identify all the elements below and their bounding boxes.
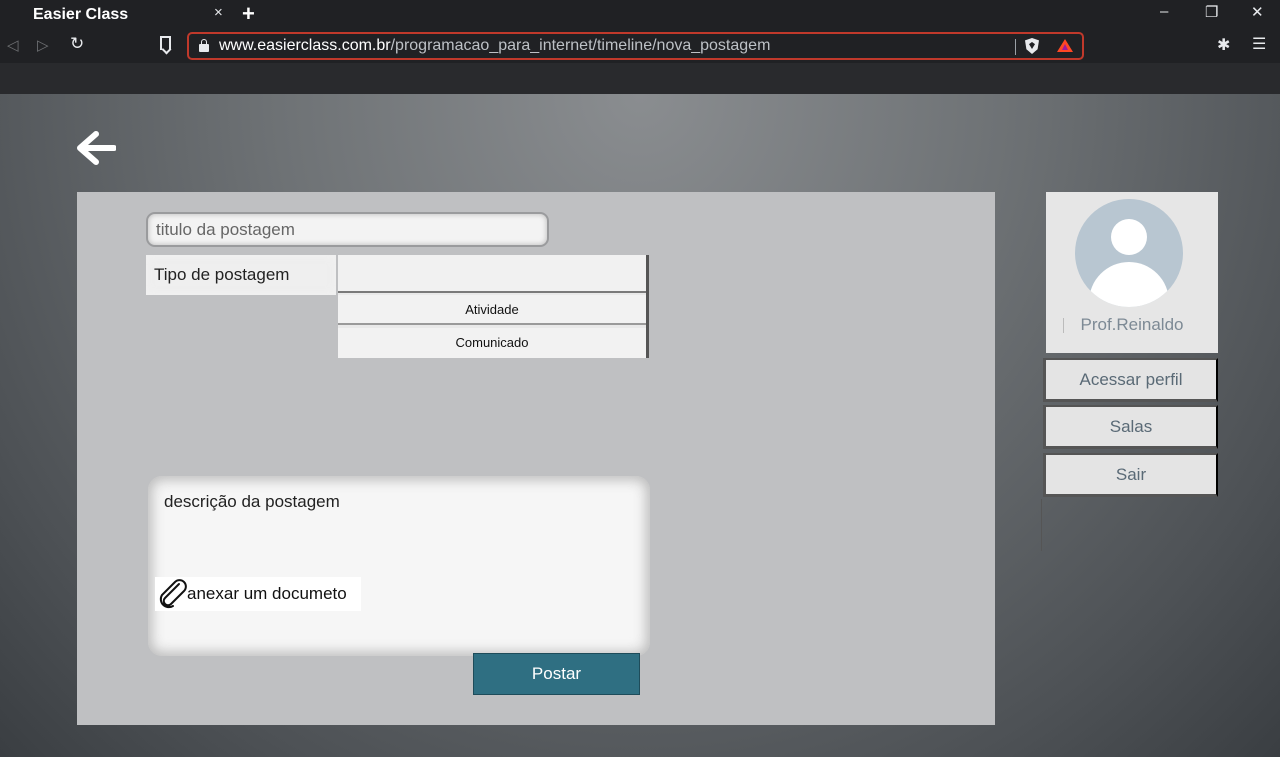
address-bar[interactable]: www.easierclass.com.br/programacao_para_… (187, 32, 1084, 60)
logout-button[interactable]: Sair (1043, 453, 1218, 497)
bookmark-icon[interactable] (160, 36, 171, 50)
attach-document-button[interactable]: anexar um documeto (155, 577, 361, 611)
tab-close-icon[interactable]: × (214, 4, 223, 21)
avatar (1075, 199, 1183, 307)
access-profile-button[interactable]: Acessar perfil (1043, 358, 1218, 402)
reload-icon[interactable]: ↻ (70, 34, 84, 54)
profile-card: Prof.Reinaldo (1046, 192, 1218, 353)
url-text[interactable]: www.easierclass.com.br/programacao_para_… (219, 37, 770, 55)
back-arrow-icon[interactable] (76, 130, 116, 166)
paperclip-icon (159, 579, 187, 609)
new-tab-icon[interactable]: + (242, 1, 255, 27)
page-body: Tipo de postagem Atividade Comunicado an… (0, 94, 1280, 757)
minimize-icon[interactable]: – (1160, 3, 1168, 20)
profile-name: Prof.Reinaldo (1046, 315, 1218, 335)
back-nav-icon[interactable]: ◁ (7, 36, 19, 54)
bat-rewards-icon[interactable] (1057, 39, 1073, 52)
forward-nav-icon[interactable]: ▷ (37, 36, 49, 54)
tab-easier-class[interactable]: Easier Class × (0, 0, 232, 29)
new-post-form: Tipo de postagem Atividade Comunicado an… (77, 192, 995, 725)
post-description-input[interactable] (148, 476, 650, 656)
restore-icon[interactable]: ❐ (1205, 3, 1218, 21)
lock-icon (199, 39, 209, 52)
url-divider (1015, 39, 1016, 55)
post-title-input[interactable] (146, 212, 549, 247)
tab-bar: Easier Class × + – ❐ ✕ (0, 0, 1280, 29)
extensions-icon[interactable]: ✱ (1217, 35, 1230, 55)
post-type-dropdown[interactable]: Atividade Comunicado (338, 255, 649, 358)
tab-title: Easier Class (33, 6, 129, 23)
post-type-option-atividade[interactable]: Atividade (338, 295, 646, 325)
bookmark-bar (0, 63, 1280, 94)
close-window-icon[interactable]: ✕ (1251, 3, 1264, 21)
post-type-label: Tipo de postagem (146, 255, 336, 295)
browser-toolbar: ◁ ▷ ↻ www.easierclass.com.br/programacao… (0, 29, 1280, 63)
attach-document-label: anexar um documeto (187, 584, 347, 603)
rooms-button[interactable]: Salas (1043, 405, 1218, 449)
menu-icon[interactable]: ☰ (1252, 34, 1266, 54)
post-submit-button[interactable]: Postar (473, 653, 640, 695)
sidebar-divider (1041, 499, 1042, 551)
post-type-select[interactable] (338, 255, 646, 293)
post-type-option-comunicado[interactable]: Comunicado (338, 328, 646, 358)
brave-shield-icon[interactable] (1025, 38, 1039, 54)
